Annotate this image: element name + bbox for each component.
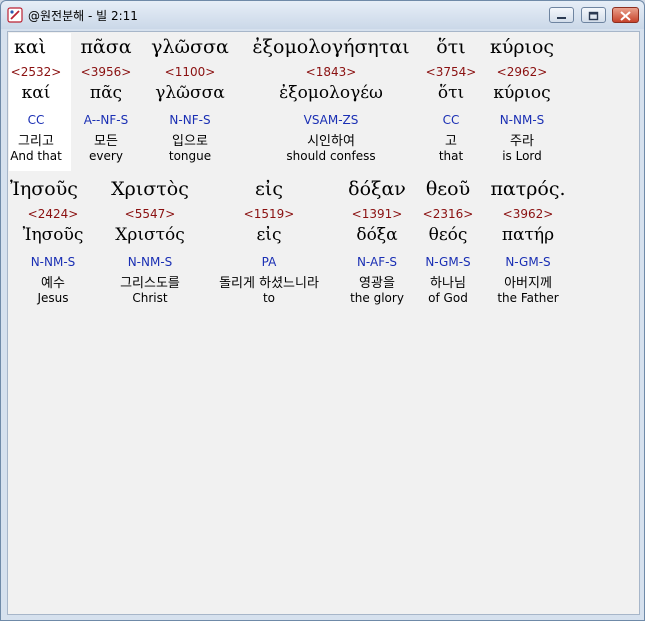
english-gloss: Christ xyxy=(132,291,168,305)
korean-gloss: 하나님 xyxy=(430,276,466,291)
greek-word: καὶ xyxy=(14,36,47,58)
morphology: CC xyxy=(442,113,460,127)
greek-word: εἰς xyxy=(255,178,283,200)
greek-word: πᾶσα xyxy=(80,36,132,58)
english-gloss: that xyxy=(438,149,464,163)
english-gloss: should confess xyxy=(286,149,376,163)
korean-gloss: 주라 xyxy=(510,134,534,149)
strong-number[interactable]: <3956> xyxy=(72,65,140,79)
lemma: πατήρ xyxy=(501,225,555,245)
english-gloss: Jesus xyxy=(37,291,69,305)
lemma: ἐξομολογέω xyxy=(279,83,383,103)
strong-number[interactable]: <3962> xyxy=(480,207,576,221)
lemma: καί xyxy=(21,83,51,103)
korean-gloss: 그리스도를 xyxy=(120,276,180,291)
lemma: εἰς xyxy=(256,225,282,245)
strong-number[interactable]: <1519> xyxy=(204,207,334,221)
english-gloss: And that xyxy=(10,149,62,163)
korean-gloss: 아버지께 xyxy=(504,276,552,291)
english-gloss: the glory xyxy=(350,291,404,305)
maximize-button[interactable] xyxy=(581,7,606,23)
morphology: N-NM-S xyxy=(127,255,173,269)
korean-gloss: 시인하여 xyxy=(307,134,355,149)
greek-word: κύριος xyxy=(489,36,555,58)
korean-gloss: 예수 xyxy=(41,276,65,291)
strong-number[interactable]: <2532> xyxy=(8,65,64,79)
english-gloss: tongue xyxy=(168,149,212,163)
close-button[interactable] xyxy=(612,7,639,23)
greek-word: πατρός. xyxy=(490,178,566,200)
greek-word: δόξαν xyxy=(348,178,406,200)
morphology: VSAM-ZS xyxy=(303,113,359,127)
korean-gloss: 그리고 xyxy=(18,134,54,149)
strong-number[interactable]: <1843> xyxy=(240,65,422,79)
app-icon xyxy=(7,7,23,23)
lemma: δόξα xyxy=(356,225,398,245)
korean-gloss: 돌리게 하셨느니라 xyxy=(219,276,319,291)
greek-word: θεοῦ xyxy=(425,178,471,200)
morphology: N-GM-S xyxy=(425,255,471,269)
strong-number[interactable]: <2316> xyxy=(418,207,478,221)
greek-word: Ἰησοῦς xyxy=(10,178,78,200)
lemma: πᾶς xyxy=(89,83,123,103)
minimize-button[interactable] xyxy=(549,7,574,23)
korean-gloss: 고 xyxy=(445,134,457,149)
korean-gloss: 영광을 xyxy=(359,276,395,291)
strong-number[interactable]: <1391> xyxy=(338,207,416,221)
lemma: γλῶσσα xyxy=(155,83,225,103)
morphology: CC xyxy=(27,113,45,127)
english-gloss: is Lord xyxy=(502,149,542,163)
morphology: A--NF-S xyxy=(83,113,129,127)
greek-word: Χριστὸς xyxy=(111,178,189,200)
english-gloss: of God xyxy=(428,291,468,305)
strong-number[interactable]: <2962> xyxy=(480,65,564,79)
greek-word: ὅτι xyxy=(436,36,466,58)
lemma: ὅτι xyxy=(437,83,465,103)
app-window: @원전분해 - 빌 2:11 καὶ <2532> καί CC 그리고 And… xyxy=(0,0,645,621)
strong-number[interactable]: <1100> xyxy=(144,65,236,79)
greek-word: ἐξομολογήσηται xyxy=(252,36,410,58)
morphology: N-AF-S xyxy=(356,255,398,269)
english-gloss: every xyxy=(89,149,123,163)
english-gloss: the Father xyxy=(497,291,559,305)
lemma: κύριος xyxy=(493,83,551,103)
window-title: @원전분해 - 빌 2:11 xyxy=(28,9,138,23)
morphology: N-NM-S xyxy=(499,113,545,127)
korean-gloss: 입으로 xyxy=(172,134,208,149)
greek-word: γλῶσσα xyxy=(151,36,229,58)
title-bar[interactable]: @원전분해 - 빌 2:11 xyxy=(1,1,644,29)
minimize-icon xyxy=(557,17,566,19)
korean-gloss: 모든 xyxy=(94,134,118,149)
morphology: N-GM-S xyxy=(505,255,551,269)
interlinear-panel[interactable]: καὶ <2532> καί CC 그리고 And that πᾶσα <395… xyxy=(7,31,640,615)
strong-number[interactable]: <2424> xyxy=(8,207,98,221)
lemma: θεός xyxy=(428,225,468,245)
morphology: N-NF-S xyxy=(169,113,211,127)
strong-number[interactable]: <3754> xyxy=(422,65,480,79)
morphology: PA xyxy=(261,255,277,269)
close-icon xyxy=(620,11,631,21)
lemma: Ἰησοῦς xyxy=(22,225,84,245)
maximize-icon xyxy=(588,11,599,21)
strong-number[interactable]: <5547> xyxy=(100,207,200,221)
morphology: N-NM-S xyxy=(30,255,76,269)
lemma: Χριστός xyxy=(115,225,185,245)
english-gloss: to xyxy=(262,291,276,305)
